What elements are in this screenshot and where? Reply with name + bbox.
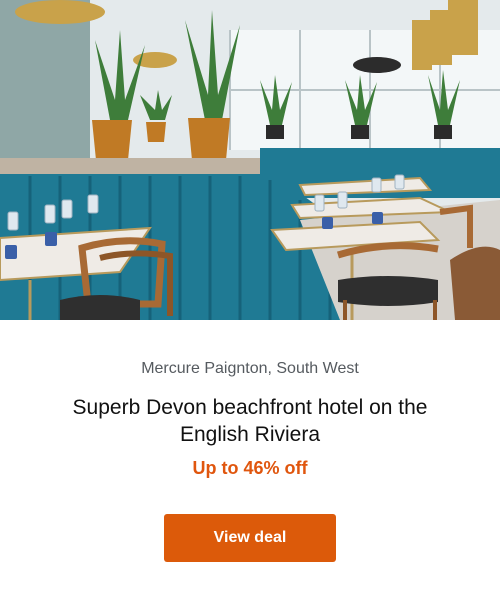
view-deal-button[interactable]: View deal <box>164 514 336 562</box>
discount-label: Up to 46% off <box>192 458 308 478</box>
hotel-location: Mercure Paignton, South West <box>141 360 359 377</box>
deal-card[interactable]: Mercure Paignton, South West Superb Devo… <box>0 0 500 597</box>
hero-image[interactable] <box>0 0 500 320</box>
deal-title[interactable]: Superb Devon beachfront hotel on the Eng… <box>40 394 460 448</box>
restaurant-interior-illustration <box>0 0 500 320</box>
